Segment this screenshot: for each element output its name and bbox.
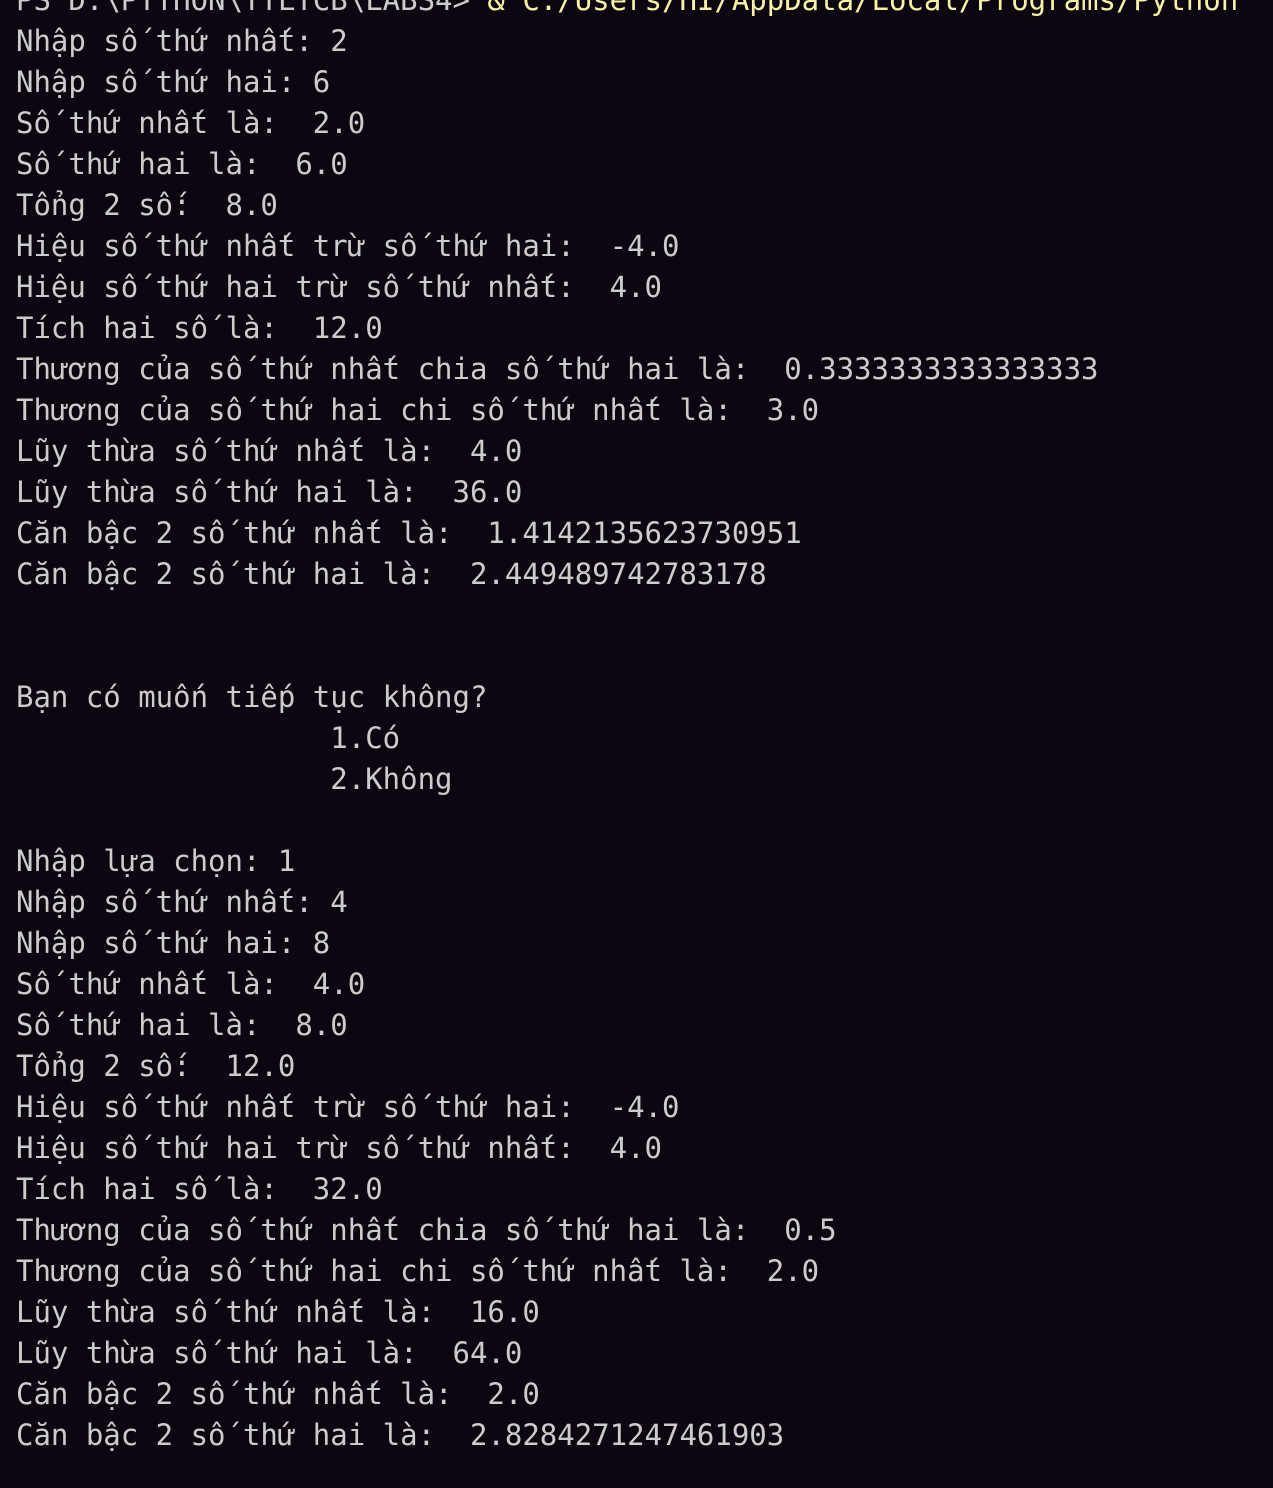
output-line: Căn bậc 2 số thứ nhất là: 1.414213562373… — [16, 516, 802, 550]
output-line: Hiệu số thứ nhất trừ số thứ hai: -4.0 — [16, 229, 680, 263]
output-line: Thương của số thứ hai chi số thứ nhất là… — [16, 393, 820, 427]
output-line: Nhập số thứ nhất: 4 — [16, 885, 348, 919]
prompt-path: PS D:\PYTHON\TTLTCB\LABS4> — [16, 0, 488, 17]
prompt-line: PS D:\PYTHON\TTLTCB\LABS4> & C:/Users/HI… — [16, 0, 1273, 21]
output-line: Tổng 2 số: 8.0 — [16, 188, 278, 222]
output-line: Số thứ hai là: 6.0 — [16, 147, 348, 181]
output-line: Lũy thừa số thứ nhất là: 16.0 — [16, 1295, 540, 1329]
output-line: Lũy thừa số thứ hai là: 64.0 — [16, 1336, 523, 1370]
continue-question: Bạn có muốn tiếp tục không? — [16, 680, 488, 714]
output-line: Tích hai số là: 32.0 — [16, 1172, 383, 1206]
output-line: Hiệu số thứ hai trừ số thứ nhất: 4.0 — [16, 270, 663, 304]
output-line: Thương của số thứ nhất chia số thứ hai l… — [16, 1213, 837, 1247]
output-line: Hiệu số thứ nhất trừ số thứ hai: -4.0 — [16, 1090, 680, 1124]
output-line: Căn bậc 2 số thứ nhất là: 2.0 — [16, 1377, 540, 1411]
output-line: Số thứ hai là: 8.0 — [16, 1008, 348, 1042]
output-line: Số thứ nhất là: 2.0 — [16, 106, 366, 140]
output-line: Số thứ nhất là: 4.0 — [16, 967, 366, 1001]
output-line: Tích hai số là: 12.0 — [16, 311, 383, 345]
output-line: Thương của số thứ nhất chia số thứ hai l… — [16, 352, 1099, 386]
terminal-output[interactable]: PS D:\PYTHON\TTLTCB\LABS4> & C:/Users/HI… — [16, 0, 1273, 1456]
output-line: Nhập số thứ hai: 6 — [16, 65, 331, 99]
output-line: Căn bậc 2 số thứ hai là: 2.8284271247461… — [16, 1418, 785, 1452]
menu-option-no: 2.Không — [16, 762, 453, 796]
output-line: Hiệu số thứ hai trừ số thứ nhất: 4.0 — [16, 1131, 663, 1165]
choice-input-line: Nhập lựa chọn: 1 — [16, 844, 296, 878]
prompt-command: & C:/Users/HI/AppData/Local/Programs/Pyt… — [487, 0, 1239, 17]
output-line: Nhập số thứ hai: 8 — [16, 926, 331, 960]
output-line: Căn bậc 2 số thứ hai là: 2.4494897427831… — [16, 557, 767, 591]
menu-option-yes: 1.Có — [16, 721, 401, 755]
output-line: Lũy thừa số thứ hai là: 36.0 — [16, 475, 523, 509]
output-line: Nhập số thứ nhất: 2 — [16, 24, 348, 58]
output-line: Thương của số thứ hai chi số thứ nhất là… — [16, 1254, 820, 1288]
output-line: Tổng 2 số: 12.0 — [16, 1049, 296, 1083]
output-line: Lũy thừa số thứ nhất là: 4.0 — [16, 434, 523, 468]
